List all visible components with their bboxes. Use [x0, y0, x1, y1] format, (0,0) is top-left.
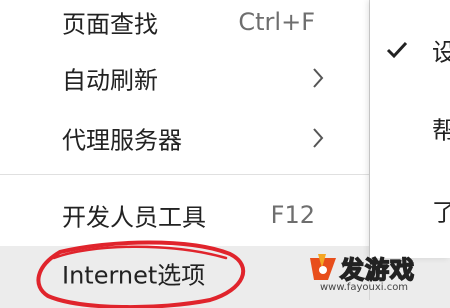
side-menu-label: 了 — [432, 198, 450, 227]
menu-item-developer-tools[interactable]: 开发人员工具 F12 — [0, 187, 369, 243]
side-menu-item-about[interactable]: 了 — [370, 180, 450, 240]
menu-item-label: 自动刷新 — [62, 66, 158, 95]
watermark-url: www.fayouxi.com — [320, 282, 409, 293]
menu-item-proxy-server[interactable]: 代理服务器 — [0, 110, 369, 166]
menu-item-find-in-page[interactable]: 页面查找 Ctrl+F — [0, 0, 369, 50]
side-submenu: 设 帮 了 — [370, 0, 450, 258]
side-menu-item-help[interactable]: 帮 — [370, 98, 450, 158]
side-menu-label: 帮 — [432, 116, 450, 145]
watermark: 发游戏 www.fayouxi.com — [306, 250, 446, 296]
watermark-title: 发游戏 — [339, 255, 415, 285]
menu-item-label: 页面查找 — [62, 10, 158, 39]
menu-item-auto-refresh[interactable]: 自动刷新 — [0, 50, 369, 106]
menu-item-shortcut: Ctrl+F — [238, 8, 315, 36]
chevron-right-icon — [313, 128, 324, 148]
chevron-right-icon — [313, 68, 324, 88]
side-menu-item-settings[interactable]: 设 — [370, 20, 450, 80]
menu-separator — [0, 174, 369, 175]
menu-item-label: 开发人员工具 — [62, 203, 206, 232]
side-menu-label: 设 — [432, 38, 450, 67]
menu-item-shortcut: F12 — [270, 201, 315, 229]
fayouxi-logo-icon — [310, 254, 336, 280]
menu-item-label: Internet选项 — [62, 261, 206, 290]
menu-item-label: 代理服务器 — [62, 126, 182, 155]
checkmark-icon — [386, 41, 408, 59]
